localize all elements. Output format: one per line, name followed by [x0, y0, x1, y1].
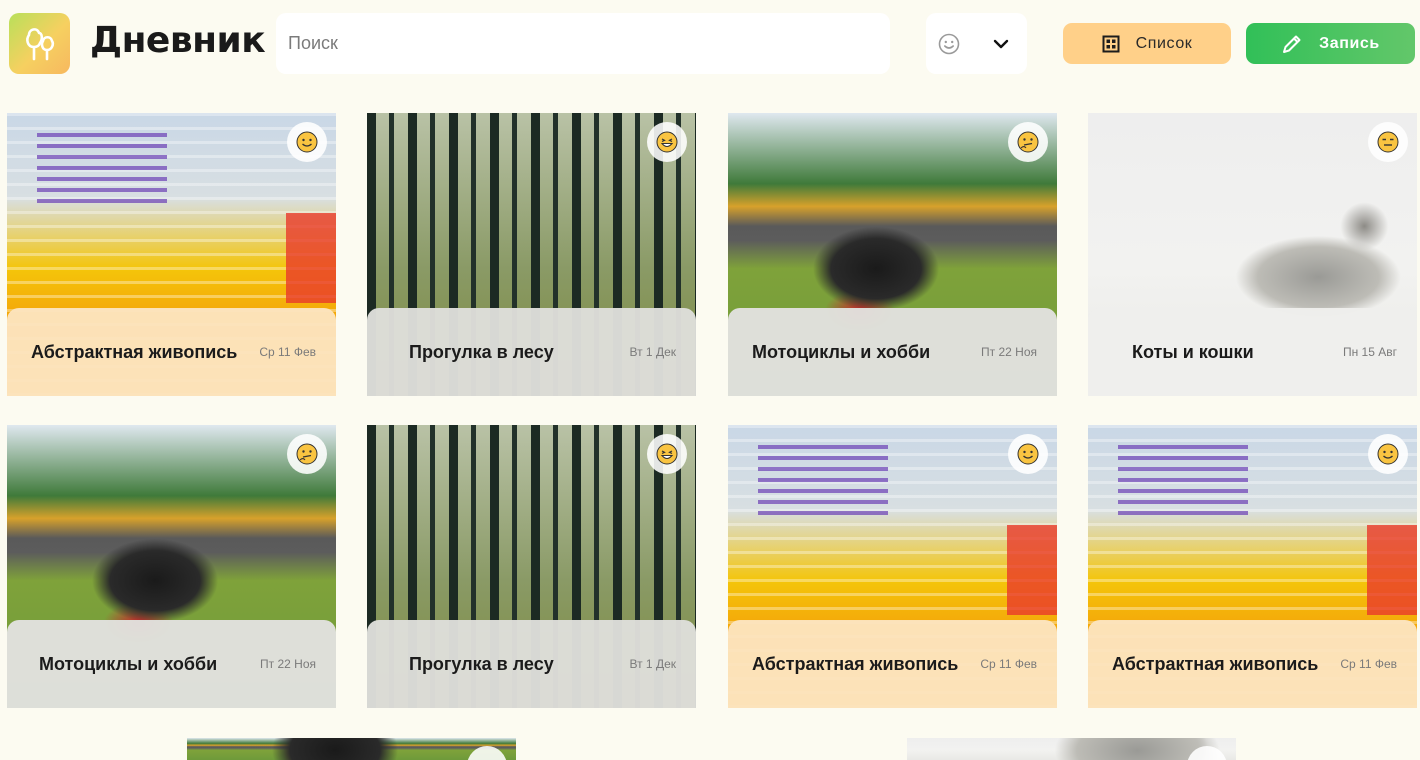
card-date: Пн 15 Авг [1342, 345, 1397, 359]
diary-entry-card[interactable]: Коты и кошки Пн 15 Авг [1088, 113, 1417, 396]
grinning-face-icon [647, 122, 687, 162]
card-title: Мотоциклы и хобби [752, 341, 931, 362]
grinning-face-icon [647, 434, 687, 474]
app-logo[interactable] [9, 13, 70, 74]
card-title: Коты и кошки [1132, 341, 1254, 362]
card-info: Абстрактная живопись Ср 11 Фев [728, 620, 1057, 708]
diary-entry-card[interactable]: Абстрактная живопись Ср 11 Фев [728, 425, 1057, 708]
new-entry-button[interactable]: Запись [1246, 23, 1415, 64]
card-date: Пт 22 Ноя [981, 345, 1037, 359]
diary-entry-card[interactable]: Абстрактная живопись Ср 11 Фев [1088, 425, 1417, 708]
card-title: Мотоциклы и хобби [39, 653, 218, 674]
card-info: Прогулка в лесу Вт 1 Дек [367, 308, 696, 396]
page-title: Дневник [90, 20, 266, 61]
write-button-label: Запись [1319, 34, 1380, 52]
diary-entry-card[interactable]: Прогулка в лесу Вт 1 Дек [367, 425, 696, 708]
search-input[interactable] [276, 13, 890, 74]
diary-page: Дневник Список Запись [0, 0, 1420, 760]
card-info: Абстрактная живопись Ср 11 Фев [1088, 620, 1417, 708]
smiling-face-icon [287, 122, 327, 162]
list-button-label: Список [1135, 34, 1193, 52]
smiley-face-icon [938, 33, 960, 54]
diary-entry-card[interactable] [187, 738, 516, 760]
card-info: Мотоциклы и хобби Пт 22 Ноя [7, 620, 336, 708]
motorcycle-image [187, 738, 516, 760]
diary-entry-card[interactable]: Абстрактная живопись Ср 11 Фев [7, 113, 336, 396]
card-date: Вт 1 Дек [629, 345, 677, 359]
card-info: Абстрактная живопись Ср 11 Фев [7, 308, 336, 396]
card-info: Мотоциклы и хобби Пт 22 Ноя [728, 308, 1057, 396]
card-date: Ср 11 Фев [1340, 657, 1397, 671]
mood-filter-dropdown[interactable] [926, 13, 1027, 74]
card-title: Абстрактная живопись [31, 341, 238, 362]
card-date: Ср 11 Фев [259, 345, 316, 359]
card-title: Абстрактная живопись [1112, 653, 1319, 674]
pencil-icon [1283, 35, 1301, 53]
list-view-button[interactable]: Список [1063, 23, 1231, 64]
kitten-image [907, 738, 1236, 760]
diary-entry-card[interactable]: Прогулка в лесу Вт 1 Дек [367, 113, 696, 396]
diary-entry-card[interactable] [907, 738, 1236, 760]
diary-entry-card[interactable]: Мотоциклы и хобби Пт 22 Ноя [728, 113, 1057, 396]
smiling-face-icon [1008, 434, 1048, 474]
card-title: Абстрактная живопись [752, 653, 959, 674]
thinking-face-icon [1008, 122, 1048, 162]
tree-logo-icon [25, 27, 54, 60]
card-date: Ср 11 Фев [980, 657, 1037, 671]
smiling-face-icon [1368, 434, 1408, 474]
diary-entry-card[interactable]: Мотоциклы и хобби Пт 22 Ноя [7, 425, 336, 708]
card-title: Прогулка в лесу [409, 653, 554, 674]
card-info: Коты и кошки Пн 15 Авг [1088, 308, 1417, 396]
card-date: Вт 1 Дек [629, 657, 677, 671]
grid-icon [1102, 35, 1120, 52]
expressionless-face-icon [1368, 122, 1408, 162]
card-date: Пт 22 Ноя [260, 657, 316, 671]
card-info: Прогулка в лесу Вт 1 Дек [367, 620, 696, 708]
chevron-down-icon [993, 39, 1009, 48]
thinking-face-icon [287, 434, 327, 474]
card-title: Прогулка в лесу [409, 341, 554, 362]
